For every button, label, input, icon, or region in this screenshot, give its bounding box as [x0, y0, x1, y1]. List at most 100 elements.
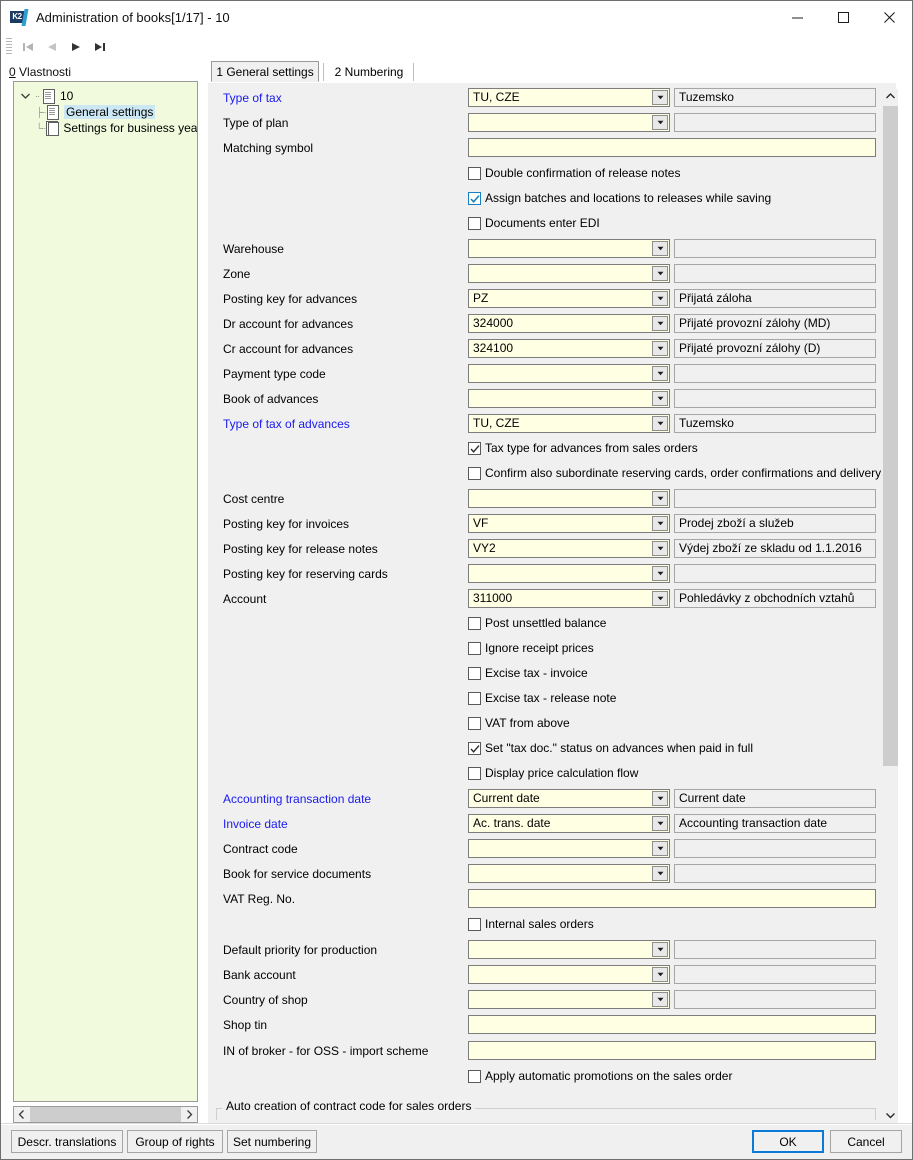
combo-input[interactable] [468, 489, 670, 508]
combo-input[interactable]: PZ [468, 289, 670, 308]
checkbox-icon[interactable] [468, 216, 481, 230]
maximize-icon[interactable] [820, 1, 866, 34]
text-input[interactable] [468, 1015, 876, 1034]
properties-tree[interactable]: ·· 10 ├·· General settings └·· Settings … [13, 81, 198, 1102]
checkbox-row[interactable]: Set "tax doc." status on advances when p… [468, 739, 753, 757]
checkbox-icon[interactable] [468, 666, 481, 680]
checkbox-icon[interactable] [468, 741, 481, 755]
text-input[interactable] [468, 138, 876, 157]
combo-input[interactable] [468, 864, 670, 883]
checkbox-row[interactable]: VAT from above [468, 714, 570, 732]
chevron-down-icon[interactable] [652, 241, 668, 256]
chevron-down-icon[interactable] [652, 366, 668, 381]
chevron-down-icon[interactable] [652, 115, 668, 130]
combo-input[interactable]: TU, CZE [468, 88, 670, 107]
checkbox-icon[interactable] [468, 1069, 481, 1083]
checkbox-icon[interactable] [468, 917, 481, 931]
chevron-down-icon[interactable] [652, 566, 668, 581]
combo-input[interactable] [468, 113, 670, 132]
chevron-down-icon[interactable] [652, 491, 668, 506]
checkbox-icon[interactable] [468, 691, 481, 705]
chevron-down-icon[interactable] [652, 416, 668, 431]
checkbox-icon[interactable] [468, 616, 481, 630]
close-icon[interactable] [866, 1, 912, 34]
chevron-down-icon[interactable] [652, 291, 668, 306]
checkbox-row[interactable]: Internal sales orders [468, 915, 594, 933]
combo-input[interactable] [468, 264, 670, 283]
text-input[interactable] [468, 889, 876, 908]
descr-translations-button[interactable]: Descr. translations [11, 1130, 123, 1153]
toolbar-gripper[interactable] [6, 38, 12, 55]
minimize-icon[interactable] [774, 1, 820, 34]
combo-input[interactable]: 324000 [468, 314, 670, 333]
ok-button[interactable]: OK [752, 1130, 824, 1153]
checkbox-row[interactable]: Excise tax - invoice [468, 664, 588, 682]
combo-input[interactable] [468, 564, 670, 583]
combo-input[interactable] [468, 239, 670, 258]
chevron-down-icon[interactable] [652, 90, 668, 105]
combo-input[interactable] [468, 965, 670, 984]
chevron-down-icon[interactable] [652, 516, 668, 531]
scroll-right-icon[interactable] [182, 1107, 197, 1122]
checkbox-row[interactable]: Confirm also subordinate reserving cards… [468, 464, 896, 482]
set-numbering-button[interactable]: Set numbering [227, 1130, 317, 1153]
chevron-down-icon[interactable] [652, 591, 668, 606]
tab-numbering[interactable]: 2 Numbering [329, 61, 409, 82]
scroll-track[interactable] [883, 104, 898, 1108]
checkbox-row[interactable]: Post unsettled balance [468, 614, 606, 632]
chevron-down-icon[interactable] [18, 88, 32, 104]
checkbox-row[interactable]: Apply automatic promotions on the sales … [468, 1067, 732, 1085]
combo-input[interactable]: Ac. trans. date [468, 814, 670, 833]
combo-input[interactable] [468, 990, 670, 1009]
previous-record-icon[interactable] [40, 36, 64, 57]
chevron-down-icon[interactable] [652, 816, 668, 831]
combo-input[interactable]: 324100 [468, 339, 670, 358]
text-input[interactable] [468, 1041, 876, 1060]
checkbox-row[interactable]: Ignore receipt prices [468, 639, 594, 657]
chevron-down-icon[interactable] [652, 266, 668, 281]
scroll-thumb[interactable] [30, 1107, 181, 1122]
scroll-left-icon[interactable] [14, 1107, 29, 1122]
next-record-icon[interactable] [64, 36, 88, 57]
tree-horizontal-scrollbar[interactable] [13, 1106, 198, 1123]
checkbox-icon[interactable] [468, 441, 481, 455]
chevron-down-icon[interactable] [652, 391, 668, 406]
tab-general-settings[interactable]: 1 General settings [211, 61, 319, 82]
tree-node-settings-business-years[interactable]: └·· Settings for business years [14, 120, 197, 136]
checkbox-row[interactable]: Excise tax - release note [468, 689, 616, 707]
chevron-down-icon[interactable] [652, 992, 668, 1007]
combo-input[interactable] [468, 940, 670, 959]
cancel-button[interactable]: Cancel [830, 1130, 902, 1153]
checkbox-icon[interactable] [468, 166, 481, 180]
chevron-down-icon[interactable] [652, 841, 668, 856]
checkbox-row[interactable]: Double confirmation of release notes [468, 164, 680, 182]
combo-input[interactable]: VF [468, 514, 670, 533]
combo-input[interactable]: Current date [468, 789, 670, 808]
checkbox-row[interactable]: Display price calculation flow [468, 764, 638, 782]
tree-node-10[interactable]: ·· 10 [14, 88, 197, 104]
combo-input[interactable] [468, 389, 670, 408]
checkbox-row[interactable]: Assign batches and locations to releases… [468, 189, 771, 207]
chevron-down-icon[interactable] [652, 541, 668, 556]
checkbox-icon[interactable] [468, 716, 481, 730]
scroll-down-icon[interactable] [883, 1108, 898, 1123]
chevron-down-icon[interactable] [652, 341, 668, 356]
combo-input[interactable]: 311000 [468, 589, 670, 608]
checkbox-icon[interactable] [468, 466, 481, 480]
checkbox-icon[interactable] [468, 191, 481, 205]
combo-input[interactable] [468, 364, 670, 383]
chevron-down-icon[interactable] [652, 942, 668, 957]
chevron-down-icon[interactable] [652, 791, 668, 806]
chevron-down-icon[interactable] [652, 967, 668, 982]
checkbox-icon[interactable] [468, 641, 481, 655]
checkbox-icon[interactable] [468, 766, 481, 780]
combo-input[interactable] [468, 839, 670, 858]
combo-input[interactable]: TU, CZE [468, 414, 670, 433]
form-vertical-scrollbar[interactable] [883, 89, 898, 1123]
checkbox-row[interactable]: Tax type for advances from sales orders [468, 439, 698, 457]
scroll-up-icon[interactable] [883, 89, 898, 104]
combo-input[interactable]: VY2 [468, 539, 670, 558]
chevron-down-icon[interactable] [652, 316, 668, 331]
checkbox-row[interactable]: Documents enter EDI [468, 214, 600, 232]
first-record-icon[interactable] [16, 36, 40, 57]
